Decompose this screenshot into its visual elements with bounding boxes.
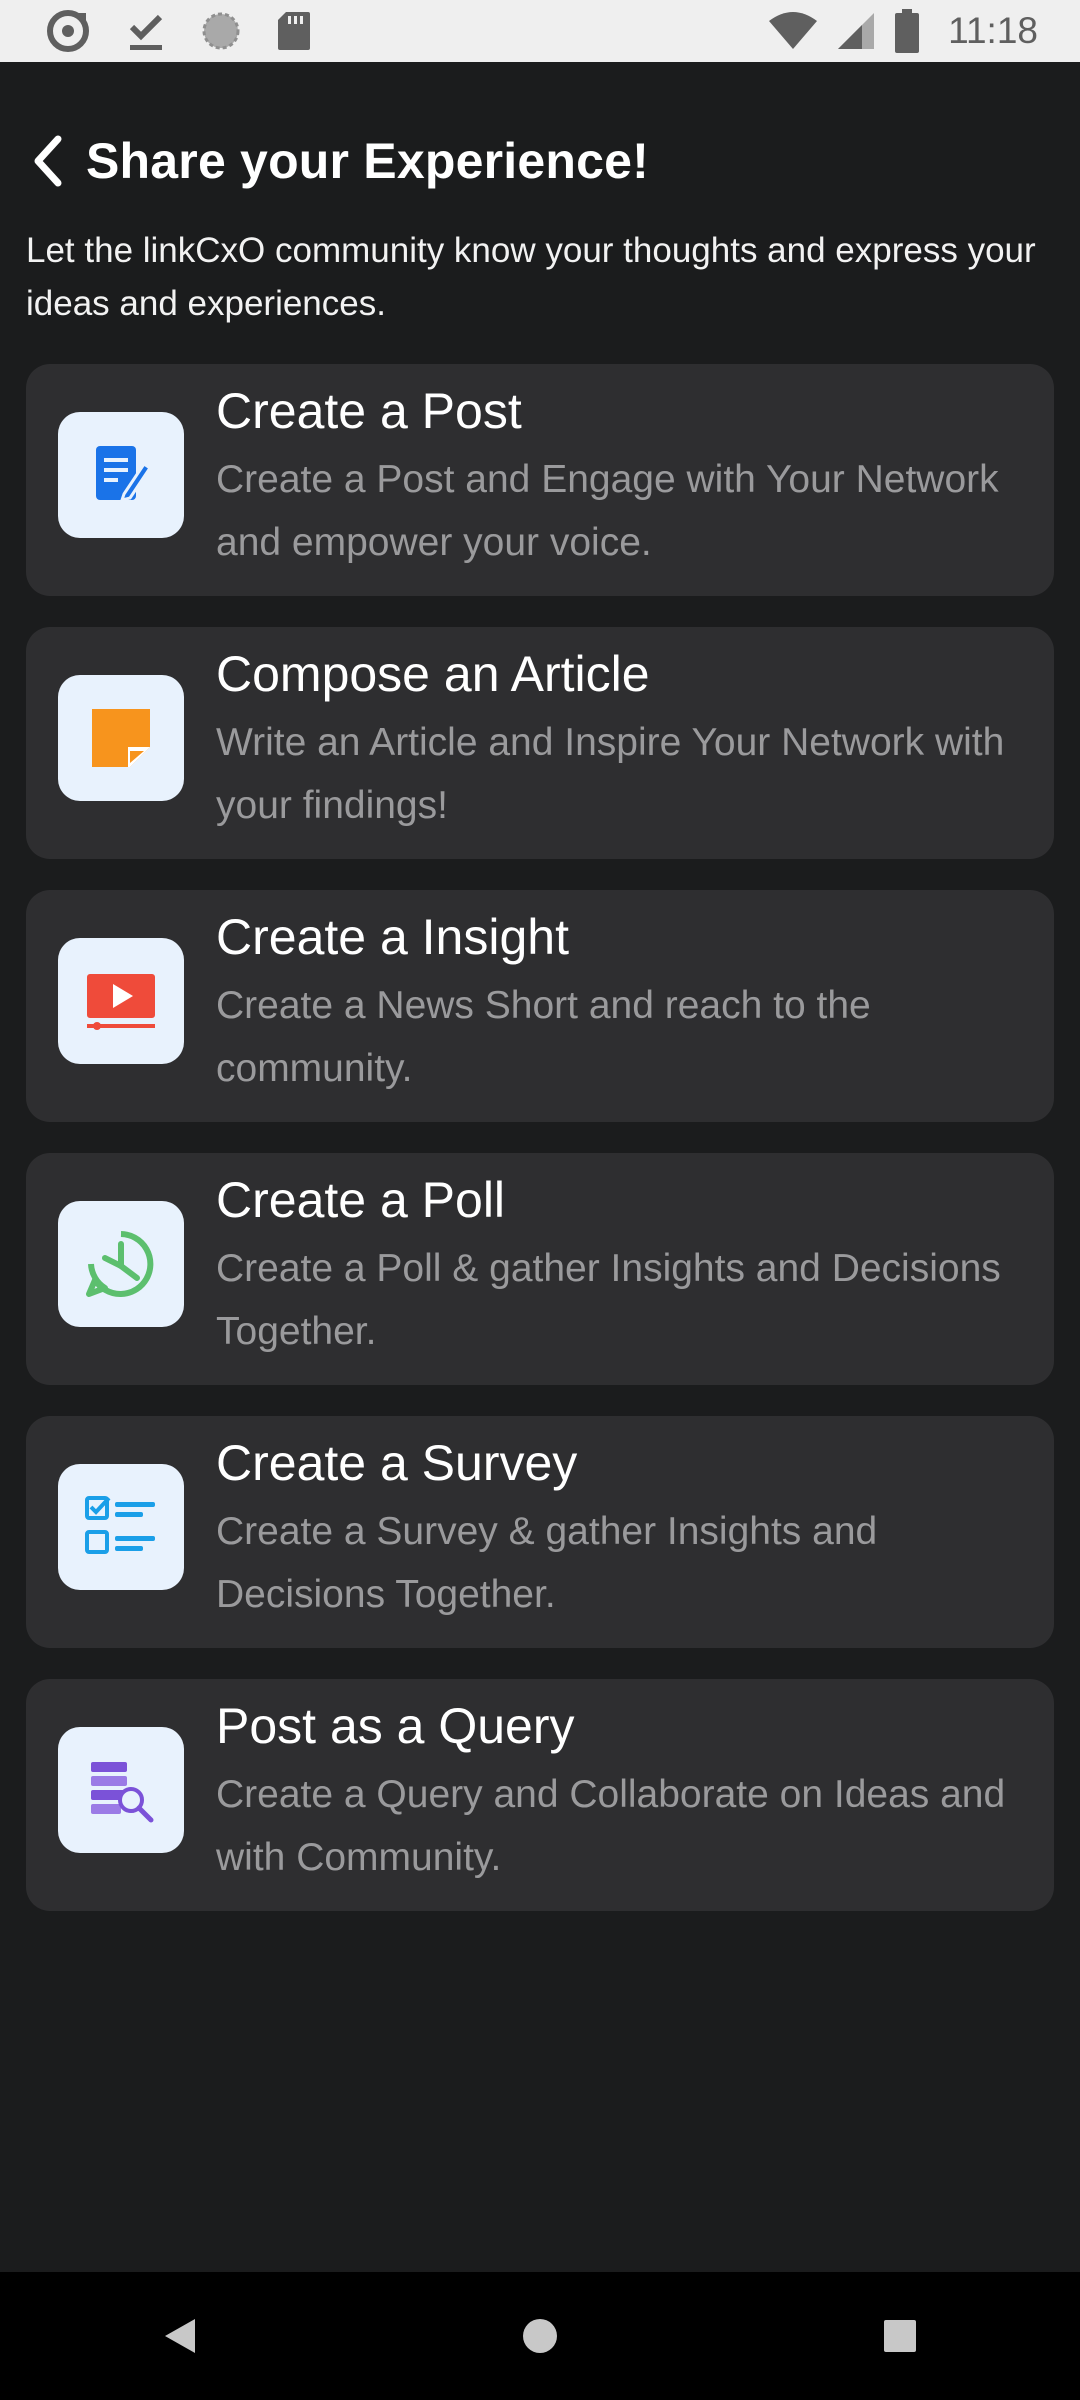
option-icon-box — [58, 1727, 184, 1853]
option-card-create-poll[interactable]: Create a Poll Create a Poll & gather Ins… — [26, 1153, 1054, 1385]
settings-gear-icon — [202, 12, 240, 50]
sticky-note-icon — [92, 709, 150, 767]
video-play-icon — [87, 974, 155, 1030]
option-icon-box — [58, 675, 184, 801]
header: Share your Experience! — [0, 126, 1080, 196]
option-card-compose-article[interactable]: Compose an Article Write an Article and … — [26, 627, 1054, 859]
share-experience-screen: Share your Experience! Let the linkCxO c… — [0, 62, 1080, 2272]
wifi-icon — [769, 12, 818, 49]
checklist-icon — [85, 1496, 155, 1554]
nav-recents-icon — [884, 2320, 916, 2352]
nav-back-button[interactable] — [120, 2286, 240, 2386]
battery-icon — [895, 9, 920, 53]
option-title: Create a Survey — [216, 1435, 578, 1491]
status-bar: 11:18 — [0, 0, 1080, 62]
option-card-post-query[interactable]: Post as a Query Create a Query and Colla… — [26, 1679, 1054, 1911]
option-card-create-insight[interactable]: Create a Insight Create a News Short and… — [26, 890, 1054, 1122]
option-icon-box — [58, 412, 184, 538]
option-title: Post as a Query — [216, 1698, 575, 1754]
download-done-icon — [129, 14, 163, 50]
intro-text: Let the linkCxO community know your thou… — [26, 231, 1036, 323]
option-title: Create a Poll — [216, 1172, 506, 1228]
option-card-create-post[interactable]: Create a Post Create a Post and Engage w… — [26, 364, 1054, 596]
nav-recents-button[interactable] — [840, 2286, 960, 2386]
back-button[interactable] — [24, 131, 70, 191]
option-description: Create a News Short and reach to the com… — [216, 984, 871, 1090]
option-description: Create a Survey & gather Insights and De… — [216, 1510, 878, 1616]
status-bar-left-icons — [44, 7, 312, 55]
status-time: 11:18 — [948, 10, 1038, 51]
cellular-signal-icon — [838, 13, 875, 49]
sd-card-icon — [278, 12, 310, 50]
nav-home-button[interactable] — [480, 2286, 600, 2386]
page-title: Share your Experience! — [86, 133, 649, 189]
option-description: Create a Post and Engage with Your Netwo… — [216, 458, 999, 564]
option-description: Write an Article and Inspire Your Networ… — [216, 721, 1005, 827]
sync-icon — [47, 10, 89, 52]
system-nav-bar — [0, 2272, 1080, 2400]
poll-chart-icon — [86, 1231, 154, 1297]
nav-back-icon — [165, 2319, 195, 2353]
option-card-create-survey[interactable]: Create a Survey Create a Survey & gather… — [26, 1416, 1054, 1648]
nav-home-icon — [523, 2319, 557, 2353]
option-icon-box — [58, 1464, 184, 1590]
status-bar-right-icons: 11:18 — [768, 9, 1038, 53]
search-list-icon — [91, 1762, 154, 1823]
chevron-left-icon — [34, 135, 62, 187]
option-title: Create a Insight — [216, 909, 569, 965]
edit-document-icon — [96, 446, 153, 503]
option-description: Create a Poll & gather Insights and Deci… — [216, 1247, 1001, 1353]
option-icon-box — [58, 1201, 184, 1327]
option-icon-box — [58, 938, 184, 1064]
option-description: Create a Query and Collaborate on Ideas … — [216, 1773, 1006, 1879]
option-title: Create a Post — [216, 383, 522, 439]
option-title: Compose an Article — [216, 646, 650, 702]
